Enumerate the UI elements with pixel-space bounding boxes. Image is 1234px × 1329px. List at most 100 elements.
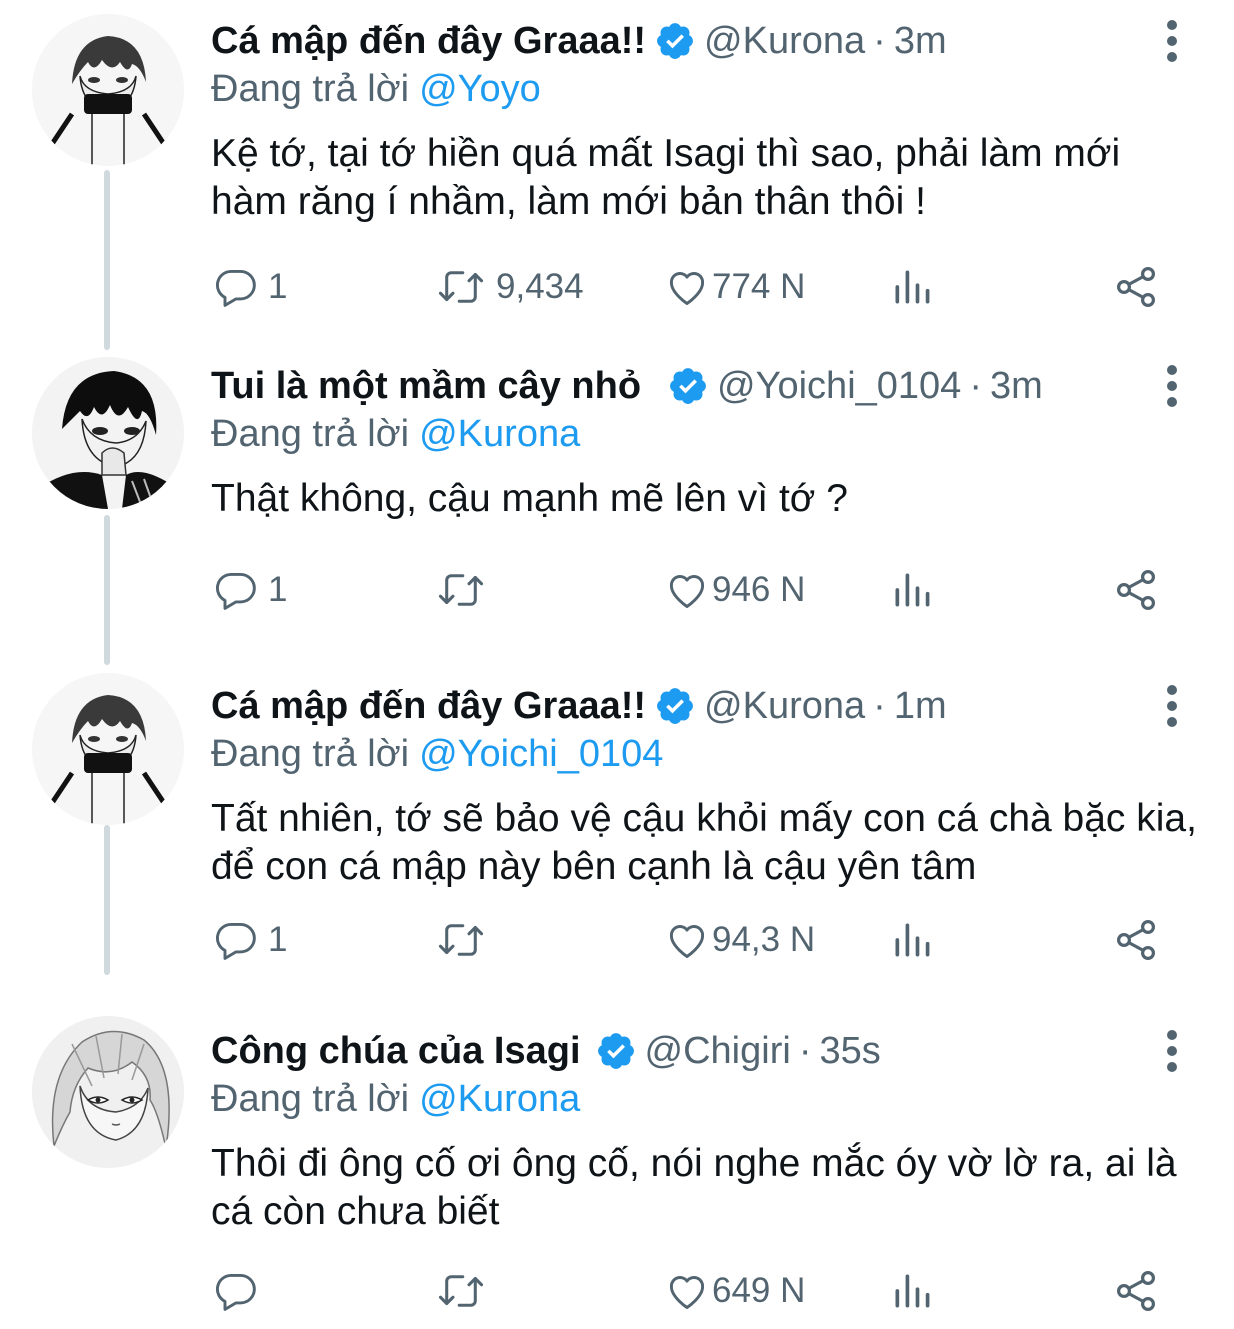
like-count: 649 N <box>712 1271 806 1310</box>
like-icon <box>664 918 710 962</box>
retweet-button[interactable] <box>436 565 496 615</box>
verified-badge-icon <box>654 20 696 62</box>
separator-dot: · <box>873 684 886 727</box>
like-count: 774 N <box>712 267 806 306</box>
reply-button[interactable]: 1 <box>214 262 287 312</box>
views-button[interactable] <box>890 565 934 615</box>
retweet-button[interactable] <box>436 1266 496 1316</box>
share-icon <box>1112 1267 1160 1315</box>
share-icon <box>1112 916 1160 964</box>
timestamp[interactable]: 1m <box>894 685 947 728</box>
verified-badge-icon <box>667 365 709 407</box>
timestamp[interactable]: 3m <box>894 20 947 63</box>
retweet-icon <box>436 918 486 962</box>
tweet-2[interactable]: Tui là một mầm cây nhỏ @Yoichi_0104 · 3m… <box>0 345 1234 665</box>
views-button[interactable] <box>890 1266 934 1316</box>
tweet-actions: 1 946 N <box>0 565 1234 615</box>
more-options-icon[interactable] <box>1160 1028 1184 1074</box>
replying-to-handle[interactable]: @Yoyo <box>419 68 541 110</box>
views-icon <box>890 568 934 612</box>
reply-count: 1 <box>268 267 288 306</box>
reply-button[interactable]: 1 <box>214 915 287 965</box>
display-name[interactable]: Cá mập đến đây Graaa!! <box>211 685 646 728</box>
user-handle[interactable]: @Kurona <box>704 20 865 63</box>
share-icon <box>1112 263 1160 311</box>
replying-to: Đang trả lời @Yoyo <box>211 68 541 111</box>
yoichi-avatar[interactable] <box>32 357 184 509</box>
views-icon <box>890 918 934 962</box>
replying-to-label: Đang trả lời <box>211 733 410 775</box>
timestamp[interactable]: 35s <box>819 1030 880 1073</box>
replying-to-label: Đang trả lời <box>211 413 410 455</box>
verified-badge-icon <box>654 685 696 727</box>
tweet-text: Thật không, cậu mạnh mẽ lên vì tớ ? <box>211 477 848 520</box>
share-icon <box>1112 566 1160 614</box>
reply-count: 1 <box>268 570 288 609</box>
like-button[interactable]: 946 N <box>664 565 805 615</box>
tweet-header: Tui là một mầm cây nhỏ @Yoichi_0104 · 3m <box>211 361 1043 411</box>
tweet-actions: 1 9,434 774 N <box>0 262 1234 312</box>
tweet-text: Tất nhiên, tớ sẽ bảo vệ cậu khỏi mấy con… <box>211 797 1197 888</box>
retweet-icon <box>436 568 486 612</box>
display-name[interactable]: Công chúa của Isagi <box>211 1030 581 1073</box>
replying-to: Đang trả lời @Yoichi_0104 <box>211 733 663 776</box>
tweet-header: Cá mập đến đây Graaa!! @Kurona · 1m <box>211 681 947 731</box>
tweet-text: Kệ tớ, tại tớ hiền quá mất Isagi thì sao… <box>211 132 1121 223</box>
reply-button[interactable]: 1 <box>214 565 287 615</box>
thread-connector-line <box>104 170 110 350</box>
user-handle[interactable]: @Chigiri <box>645 1030 791 1073</box>
share-button[interactable] <box>1112 262 1160 312</box>
reply-icon <box>214 918 258 962</box>
retweet-icon <box>436 1269 486 1313</box>
reply-count: 1 <box>268 920 288 959</box>
like-button[interactable]: 774 N <box>664 262 805 312</box>
tweet-actions: 649 N <box>0 1266 1234 1316</box>
replying-to: Đang trả lời @Kurona <box>211 413 580 456</box>
like-icon <box>664 265 710 309</box>
more-options-icon[interactable] <box>1160 363 1184 409</box>
retweet-count: 9,434 <box>496 267 584 306</box>
replying-to-handle[interactable]: @Kurona <box>419 413 580 455</box>
more-options-icon[interactable] <box>1160 18 1184 64</box>
share-button[interactable] <box>1112 565 1160 615</box>
chigiri-avatar[interactable] <box>32 1016 184 1168</box>
like-icon <box>664 1269 710 1313</box>
tweet-header: Cá mập đến đây Graaa!! @Kurona · 3m <box>211 16 947 66</box>
timestamp[interactable]: 3m <box>990 365 1043 408</box>
user-handle[interactable]: @Yoichi_0104 <box>717 365 961 408</box>
tweet-thread: Cá mập đến đây Graaa!! @Kurona · 3m Đang… <box>0 0 1234 1329</box>
kurona-avatar[interactable] <box>32 14 184 166</box>
reply-icon <box>214 568 258 612</box>
share-button[interactable] <box>1112 1266 1160 1316</box>
views-button[interactable] <box>890 262 934 312</box>
separator-dot: · <box>873 19 886 62</box>
like-icon <box>664 568 710 612</box>
reply-button[interactable] <box>214 1266 268 1316</box>
tweet-4[interactable]: Công chúa của Isagi @Chigiri · 35s Đang … <box>0 1010 1234 1329</box>
reply-icon <box>214 1269 258 1313</box>
separator-dot: · <box>969 364 982 407</box>
share-button[interactable] <box>1112 915 1160 965</box>
more-options-icon[interactable] <box>1160 683 1184 729</box>
like-button[interactable]: 649 N <box>664 1266 805 1316</box>
tweet-3[interactable]: Cá mập đến đây Graaa!! @Kurona · 1m Đang… <box>0 665 1234 1010</box>
retweet-button[interactable] <box>436 915 496 965</box>
replying-to-handle[interactable]: @Yoichi_0104 <box>419 733 663 775</box>
display-name[interactable]: Cá mập đến đây Graaa!! <box>211 20 646 63</box>
display-name[interactable]: Tui là một mầm cây nhỏ <box>211 365 641 408</box>
replying-to-handle[interactable]: @Kurona <box>419 1078 580 1120</box>
replying-to-label: Đang trả lời <box>211 68 410 110</box>
retweet-button[interactable]: 9,434 <box>436 262 584 312</box>
user-handle[interactable]: @Kurona <box>704 685 865 728</box>
replying-to: Đang trả lời @Kurona <box>211 1078 580 1121</box>
like-count: 94,3 N <box>712 920 816 959</box>
views-button[interactable] <box>890 915 934 965</box>
like-count: 946 N <box>712 570 806 609</box>
views-icon <box>890 265 934 309</box>
tweet-1[interactable]: Cá mập đến đây Graaa!! @Kurona · 3m Đang… <box>0 0 1234 350</box>
tweet-actions: 1 94,3 N <box>0 915 1234 965</box>
tweet-header: Công chúa của Isagi @Chigiri · 35s <box>211 1026 881 1076</box>
kurona-avatar[interactable] <box>32 673 184 825</box>
views-icon <box>890 1269 934 1313</box>
like-button[interactable]: 94,3 N <box>664 915 815 965</box>
